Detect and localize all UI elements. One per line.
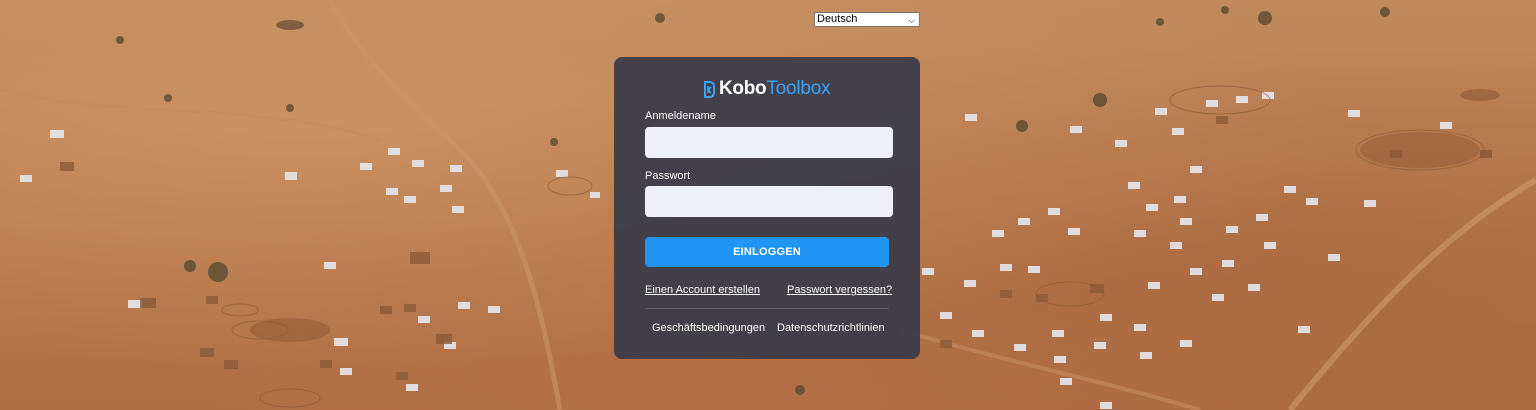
logo-text-toolbox: Toolbox bbox=[766, 78, 831, 99]
privacy-link[interactable]: Datenschutzrichtlinien bbox=[777, 322, 885, 334]
logo-text-kobo: Kobo bbox=[719, 78, 767, 99]
login-card: Kobo Toolbox Anmeldename Passwort EINLOGG… bbox=[614, 57, 920, 359]
kobo-logo-icon bbox=[704, 80, 715, 98]
divider bbox=[645, 308, 889, 309]
language-select-value: Deutsch bbox=[817, 13, 858, 25]
password-input[interactable] bbox=[645, 186, 893, 217]
username-input[interactable] bbox=[645, 127, 893, 158]
terms-link[interactable]: Geschäftsbedingungen bbox=[652, 322, 765, 334]
language-select[interactable]: Deutsch ⌵ bbox=[814, 12, 920, 27]
forgot-password-link[interactable]: Passwort vergessen? bbox=[787, 284, 892, 296]
username-label: Anmeldename bbox=[645, 110, 716, 122]
create-account-link[interactable]: Einen Account erstellen bbox=[645, 284, 760, 296]
login-button[interactable]: EINLOGGEN bbox=[645, 237, 889, 267]
password-label: Passwort bbox=[645, 170, 691, 182]
chevron-down-icon: ⌵ bbox=[908, 15, 915, 25]
kobotoolbox-logo: Kobo Toolbox bbox=[702, 78, 831, 99]
